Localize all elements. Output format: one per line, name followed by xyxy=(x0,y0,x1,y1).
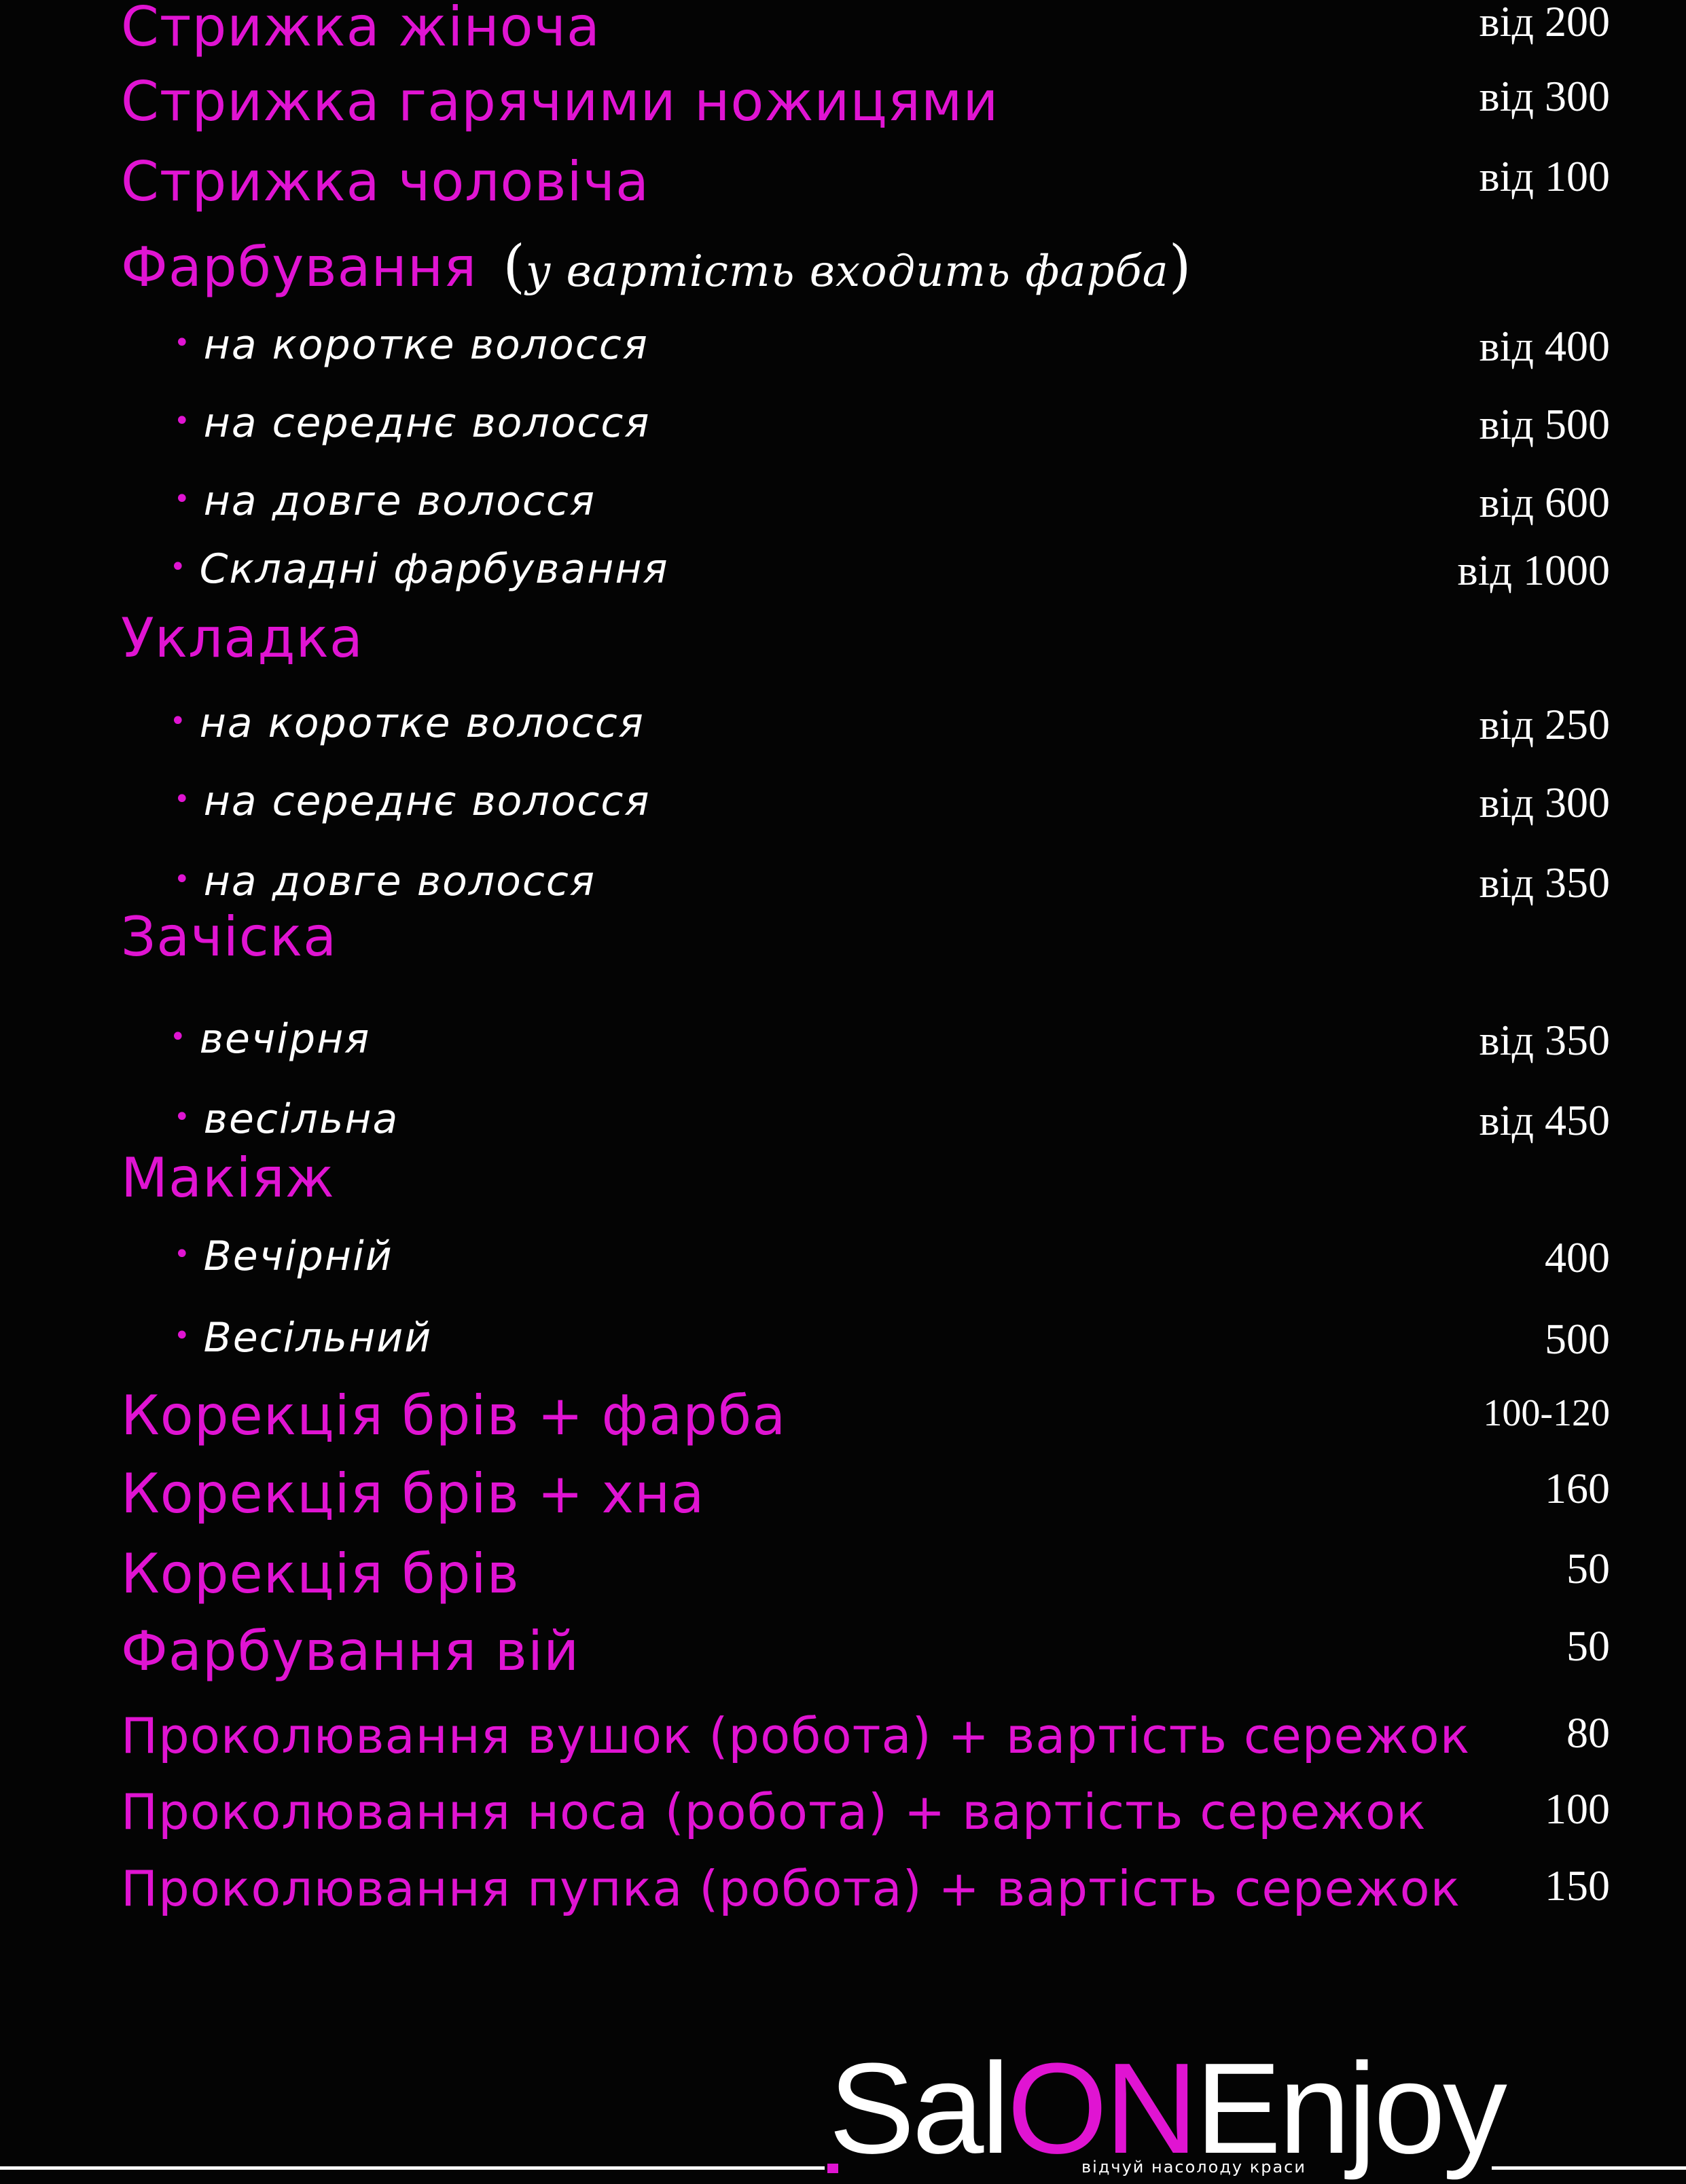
service-price: 50 xyxy=(1566,1622,1610,1670)
service-subitem: • Весільний xyxy=(174,1317,432,1358)
service-heading: Фарбування (у вартість входить фарба) xyxy=(121,238,1192,295)
service-price: 50 xyxy=(1566,1544,1610,1592)
service-price: від 300 xyxy=(1479,72,1610,120)
bullet-icon: • xyxy=(174,1102,192,1133)
service-subitem: • Вечірній xyxy=(174,1236,393,1277)
service-label: Стрижка жіноча xyxy=(121,0,600,58)
service-label: на середнє волосся xyxy=(203,778,651,825)
service-price: від 100 xyxy=(1479,152,1610,200)
brand-tagline: відчуй насолоду краси xyxy=(1081,2158,1306,2177)
bullet-icon: • xyxy=(174,1320,192,1351)
service-price: 400 xyxy=(1545,1233,1610,1281)
service-label: Проколювання носа (робота) + вартість се… xyxy=(121,1783,1427,1840)
service-note: (у вартість входить фарба) xyxy=(503,233,1192,299)
service-heading: Проколювання вушок (робота) + вартість с… xyxy=(121,1711,1470,1760)
service-subitem: • на довге волосся xyxy=(174,481,596,522)
service-label: на коротке волосся xyxy=(199,699,645,747)
service-subitem: • на середнє волосся xyxy=(174,781,650,822)
service-price: 100-120 xyxy=(1483,1392,1610,1434)
service-label: на довге волосся xyxy=(203,858,596,905)
service-subitem: • на коротке волосся xyxy=(170,703,645,744)
service-label: Фарбування вій xyxy=(121,1620,580,1683)
service-price: від 450 xyxy=(1479,1096,1610,1144)
service-label: Стрижка гарячими ножицями xyxy=(121,70,999,133)
bullet-icon: • xyxy=(174,784,192,815)
service-label: Складні фарбування xyxy=(199,545,669,593)
service-price: 100 xyxy=(1545,1785,1610,1833)
service-label: Корекція брів xyxy=(121,1542,520,1605)
service-label: на середнє волосся xyxy=(203,399,651,447)
service-label: на довге волосся xyxy=(203,477,596,525)
service-label: на коротке волосся xyxy=(203,321,649,369)
service-heading: Корекція брів xyxy=(121,1547,520,1601)
service-label: Корекція брів + фарба xyxy=(121,1384,787,1447)
service-label: Укладка xyxy=(121,606,363,670)
footer-rule-left xyxy=(0,2166,825,2170)
service-heading: Корекція брів + фарба xyxy=(121,1389,786,1443)
service-price: від 500 xyxy=(1479,400,1610,448)
service-subitem: • весільна xyxy=(174,1099,399,1140)
service-price: від 1000 xyxy=(1457,546,1610,594)
service-heading: Корекція брів + хна xyxy=(121,1467,704,1521)
service-price: від 400 xyxy=(1479,322,1610,370)
bullet-icon: • xyxy=(174,327,192,359)
service-subitem: • на коротке волосся xyxy=(174,325,649,365)
service-price: від 600 xyxy=(1479,478,1610,526)
service-label: Макіяж xyxy=(121,1146,335,1209)
service-label: Проколювання вушок (робота) + вартість с… xyxy=(121,1707,1471,1764)
service-heading: Укладка xyxy=(121,611,363,666)
bullet-icon: • xyxy=(170,551,187,583)
service-heading: Макіяж xyxy=(121,1151,335,1205)
service-label: Зачіска xyxy=(121,905,338,968)
service-subitem: • на довге волосся xyxy=(174,861,596,902)
service-heading: Стрижка жіноча xyxy=(121,0,600,54)
service-price: від 250 xyxy=(1479,700,1610,748)
service-heading: Зачіска xyxy=(121,910,337,964)
service-price: 150 xyxy=(1545,1861,1610,1910)
service-subitem: • Складні фарбування xyxy=(170,549,669,589)
service-label: Стрижка чоловіча xyxy=(121,150,650,213)
brand-logo: SalONEnjoy xyxy=(829,2044,1507,2173)
service-label: вечірня xyxy=(199,1015,371,1063)
service-heading: Фарбування вій xyxy=(121,1624,579,1679)
service-price: від 200 xyxy=(1479,0,1610,46)
service-subitem: • вечірня xyxy=(170,1019,370,1059)
service-label: Вечірній xyxy=(203,1233,393,1280)
bullet-icon: • xyxy=(174,484,192,515)
footer-rule-right xyxy=(1492,2166,1686,2170)
service-price: 500 xyxy=(1545,1315,1610,1363)
service-heading: Проколювання пупка (робота) + вартість с… xyxy=(121,1864,1460,1913)
service-subitem: • на середнє волосся xyxy=(174,403,650,443)
service-price: від 300 xyxy=(1479,778,1610,826)
service-label: Проколювання пупка (робота) + вартість с… xyxy=(121,1860,1461,1917)
service-price: від 350 xyxy=(1479,858,1610,907)
service-price: 80 xyxy=(1566,1709,1610,1757)
bullet-icon: • xyxy=(170,1021,187,1053)
service-label: Корекція брів + хна xyxy=(121,1462,705,1525)
service-heading: Стрижка чоловіча xyxy=(121,155,649,209)
service-heading: Проколювання носа (робота) + вартість се… xyxy=(121,1787,1427,1836)
service-note-text: у вартість входить фарба xyxy=(526,247,1169,297)
service-label: Фарбування xyxy=(121,236,478,299)
bullet-icon: • xyxy=(170,706,187,737)
service-price: 160 xyxy=(1545,1464,1610,1512)
service-price: від 350 xyxy=(1479,1016,1610,1064)
bullet-icon: • xyxy=(174,864,192,895)
service-label: Весільний xyxy=(203,1314,433,1362)
service-heading: Стрижка гарячими ножицями xyxy=(121,75,999,129)
bullet-icon: • xyxy=(174,405,192,437)
logo-part-1: Sal xyxy=(829,2037,1010,2181)
service-label: весільна xyxy=(203,1095,399,1143)
bullet-icon: • xyxy=(174,1239,192,1270)
